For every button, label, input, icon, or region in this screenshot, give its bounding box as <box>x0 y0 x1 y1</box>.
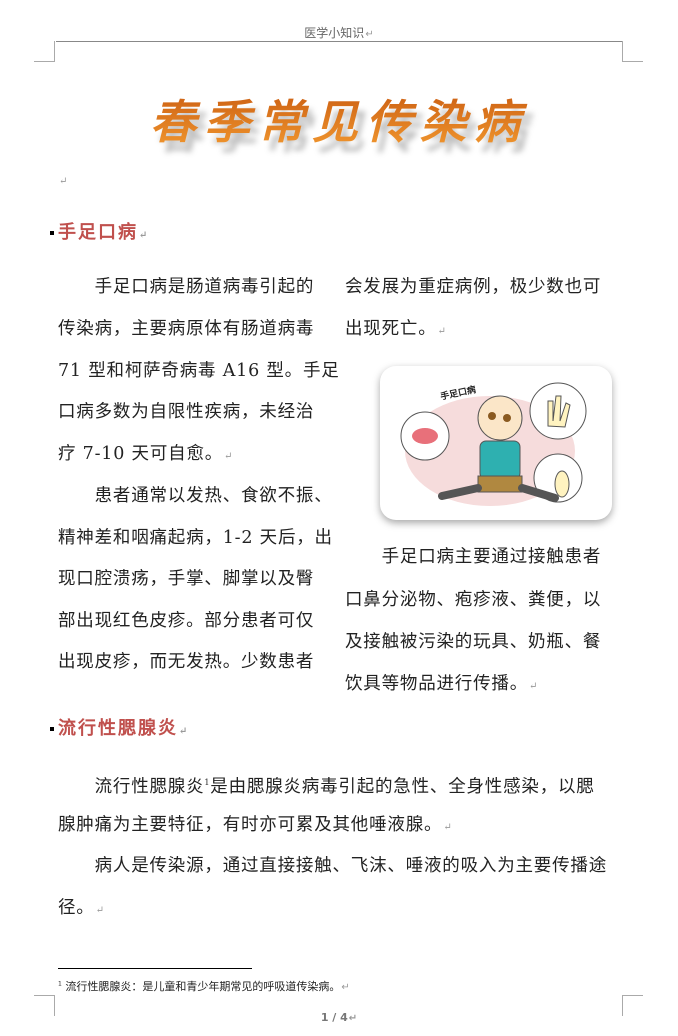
page-number: 1 / 4↵ <box>320 1011 358 1024</box>
page-header: 医学小知识↵ <box>304 26 374 40</box>
paragraph-line: 疗 7-10 天可自愈。↵ <box>58 444 234 464</box>
paragraph-line: 及接触被污染的玩具、奶瓶、餐 <box>345 632 602 652</box>
crop-mark <box>622 41 643 62</box>
footnote-separator <box>58 968 252 969</box>
hfmd-illustration: 手足口病 <box>380 366 612 520</box>
section-heading: 手足口病↵ <box>50 218 149 244</box>
document-title: 春季常见传染病 <box>0 86 678 152</box>
paragraph-line: 腺肿痛为主要特征，有时亦可累及其他唾液腺。↵ <box>58 815 453 835</box>
paragraph-line: 出现皮疹，而无发热。少数患者 <box>58 652 315 672</box>
paragraph-line: 径。↵ <box>58 898 105 918</box>
paragraph-line: 传染病，主要病原体有肠道病毒 <box>58 319 315 339</box>
paragraph-line: 口病多数为自限性疾病，未经治 <box>58 402 315 422</box>
paragraph-line: 会发展为重症病例，极少数也可 <box>345 277 602 297</box>
paragraph-line: 出现死亡。↵ <box>345 319 447 339</box>
paragraph-line: 手足口病主要通过接触患者 <box>345 547 602 567</box>
paragraph-line: 精神差和咽痛起病，1-2 天后，出 <box>58 528 333 548</box>
paragraph-line: 病人是传染源，通过直接接触、飞沫、唾液的吸入为主要传播途 <box>58 856 607 876</box>
paragraph-line: 口鼻分泌物、疱疹液、粪便，以 <box>345 590 602 610</box>
paragraph-line: 手足口病是肠道病毒引起的 <box>58 277 315 297</box>
paragraph-line: 71 型和柯萨奇病毒 A16 型。手足 <box>58 361 340 381</box>
document-page: 医学小知识↵ 春季常见传染病 ↵ 手足口病↵ 手足口病是肠道病毒引起的 传染病，主… <box>0 0 678 1036</box>
section-heading: 流行性腮腺炎↵ <box>50 714 189 740</box>
paragraph-line: 饮具等物品进行传播。↵ <box>345 674 539 694</box>
paragraph-mark: ↵ <box>59 176 68 187</box>
footnote: 1 流行性腮腺炎：是儿童和青少年期常见的呼吸道传染病。↵ <box>58 980 350 993</box>
paragraph-line: 患者通常以发热、食欲不振、 <box>58 486 333 506</box>
paragraph-line: 现口腔溃疡，手掌、脚掌以及臀 <box>58 569 315 589</box>
paragraph-line: 流行性腮腺炎1是由腮腺炎病毒引起的急性、全身性感染，以腮 <box>58 776 595 797</box>
header-rule <box>56 41 622 42</box>
crop-mark <box>34 41 55 62</box>
paragraph-line: 部出现红色皮疹。部分患者可仅 <box>58 611 315 631</box>
